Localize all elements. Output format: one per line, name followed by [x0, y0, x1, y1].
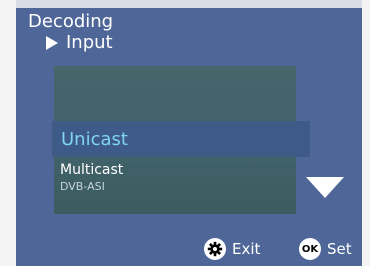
list-top-fade — [54, 66, 296, 122]
exit-button[interactable]: Exit — [204, 238, 260, 260]
list-item-dvb-asi[interactable]: DVB-ASI — [60, 180, 105, 193]
page-title: Decoding — [28, 11, 114, 32]
menu-screen: Decoding Input Unicast Multicast DVB-ASI — [16, 8, 362, 266]
triangle-right-icon — [46, 36, 58, 50]
breadcrumb: Input — [46, 32, 113, 54]
footer-bar: Exit OK Set — [16, 232, 362, 266]
list-item-multicast[interactable]: Multicast — [60, 162, 123, 178]
list-item-unicast[interactable]: Unicast — [52, 121, 310, 157]
list-item-label: Unicast — [61, 128, 128, 150]
exit-label: Exit — [232, 240, 261, 258]
set-label: Set — [327, 240, 352, 258]
chevron-down-icon[interactable] — [306, 177, 344, 198]
breadcrumb-label: Input — [66, 32, 113, 53]
set-button[interactable]: OK Set — [299, 238, 352, 260]
gear-icon — [204, 238, 226, 260]
ok-icon: OK — [299, 238, 321, 260]
top-strip — [16, 0, 362, 8]
